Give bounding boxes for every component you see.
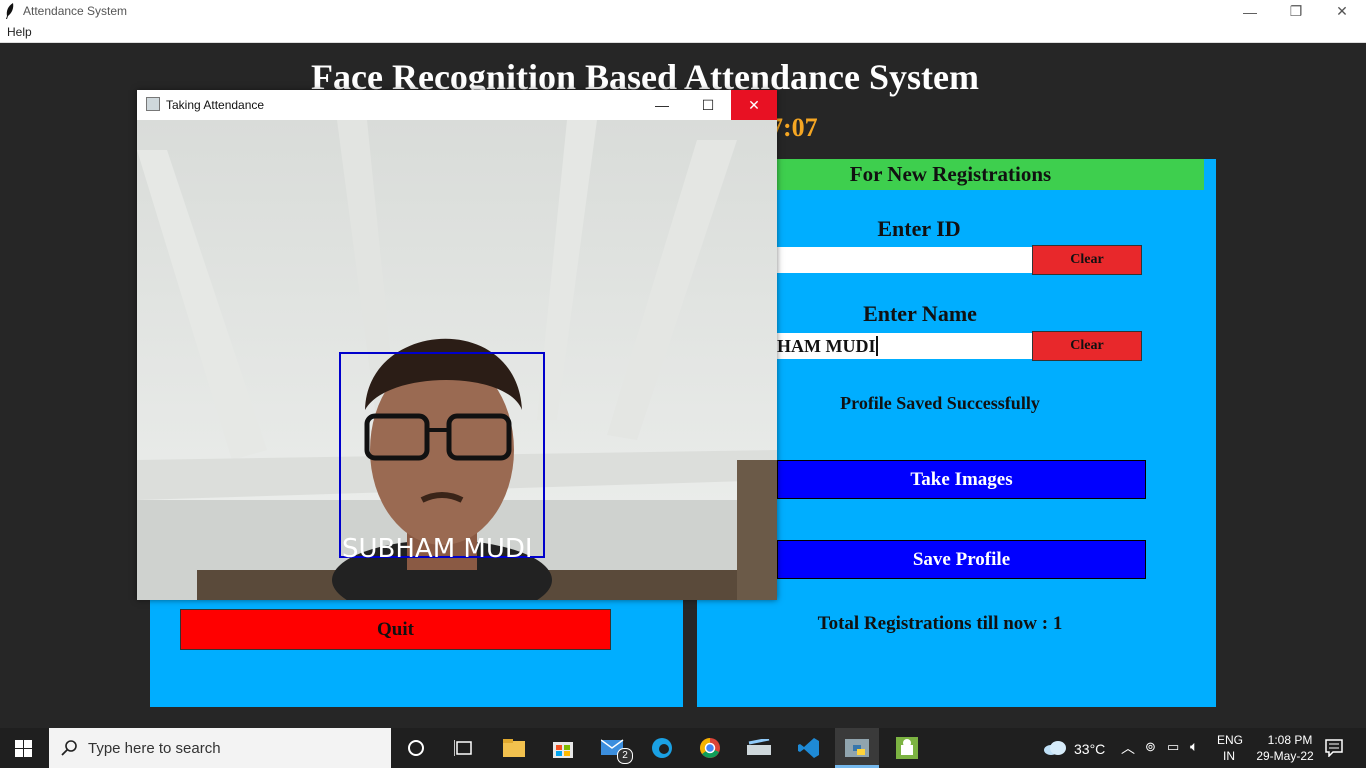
camera-window: Taking Attendance — ☐ ✕ SUBHAM MUDI [137,90,777,600]
clear-name-button[interactable]: Clear [1032,331,1142,361]
camera-window-title: Taking Attendance [166,98,265,112]
volume-icon[interactable]: 🔈︎ [1190,738,1198,755]
name-label: Enter Name [863,301,977,326]
close-button[interactable]: ✕ [1319,0,1365,23]
weather-temperature[interactable]: 33°C [1074,741,1105,757]
file-explorer-icon[interactable] [502,736,526,760]
store-icon[interactable] [551,736,575,760]
search-icon [61,740,77,756]
camera-minimize-button[interactable]: — [639,90,685,120]
android-app-icon[interactable] [895,736,919,760]
search-placeholder: Type here to search [88,740,221,757]
main-titlebar: Attendance System — ❐ ✕ [0,0,1366,23]
app-window-icon [146,97,160,111]
restore-button[interactable]: ❐ [1273,0,1319,23]
menu-help[interactable]: Help [7,25,32,39]
id-input[interactable] [777,247,1032,273]
window-title: Attendance System [23,4,128,18]
mail-badge: 2 [617,748,633,764]
menu-bar: Help [0,23,1366,43]
tray-expand-icon[interactable]: ︿ [1121,738,1135,758]
taskbar: Type here to search 2 33°C ︿ ⊚ ▭ 🔈︎ ENG … [0,728,1366,768]
camera-close-button[interactable]: ✕ [731,90,777,120]
recognized-name-label: SUBHAM MUDI [342,534,533,564]
notification-center-icon[interactable] [1325,739,1343,757]
camera-titlebar: Taking Attendance — ☐ ✕ [137,90,777,120]
task-view-icon[interactable] [452,736,476,760]
id-label: Enter ID [877,216,961,241]
minimize-button[interactable]: — [1227,0,1273,23]
taskbar-search-box[interactable]: Type here to search [49,728,391,768]
windows-start-icon[interactable] [15,740,32,757]
clock-display: 7:07 [770,113,818,142]
weather-cloud-icon[interactable] [1043,740,1067,756]
cortana-icon[interactable] [404,736,428,760]
take-images-button[interactable]: Take Images [777,460,1146,499]
camera-feed: SUBHAM MUDI [137,120,777,600]
quit-button[interactable]: Quit [180,609,611,650]
taskbar-date[interactable]: 29-May-22 [1250,749,1320,763]
taskbar-time[interactable]: 1:08 PM [1260,733,1320,747]
camera-maximize-button[interactable]: ☐ [685,90,731,120]
notes-app-icon[interactable] [747,736,771,760]
clear-id-button[interactable]: Clear [1032,245,1142,275]
name-input-value: HAM MUDI [777,336,876,356]
python-icon[interactable] [845,736,869,760]
network-icon[interactable]: ▭ [1167,739,1179,755]
chrome-icon[interactable] [698,736,722,760]
name-input[interactable]: HAM MUDI [777,333,1032,359]
feather-icon [6,3,14,19]
camera-frame: SUBHAM MUDI [137,120,777,600]
vscode-icon[interactable] [797,736,821,760]
save-profile-button[interactable]: Save Profile [777,540,1146,579]
camera-tray-icon[interactable]: ⊚ [1145,739,1156,755]
edge-icon[interactable] [650,736,674,760]
total-registrations: Total Registrations till now : 1 [817,613,1063,634]
status-message: Profile Saved Successfully [840,393,1040,413]
language-bottom[interactable]: IN [1223,749,1235,763]
language-top[interactable]: ENG [1217,733,1243,747]
